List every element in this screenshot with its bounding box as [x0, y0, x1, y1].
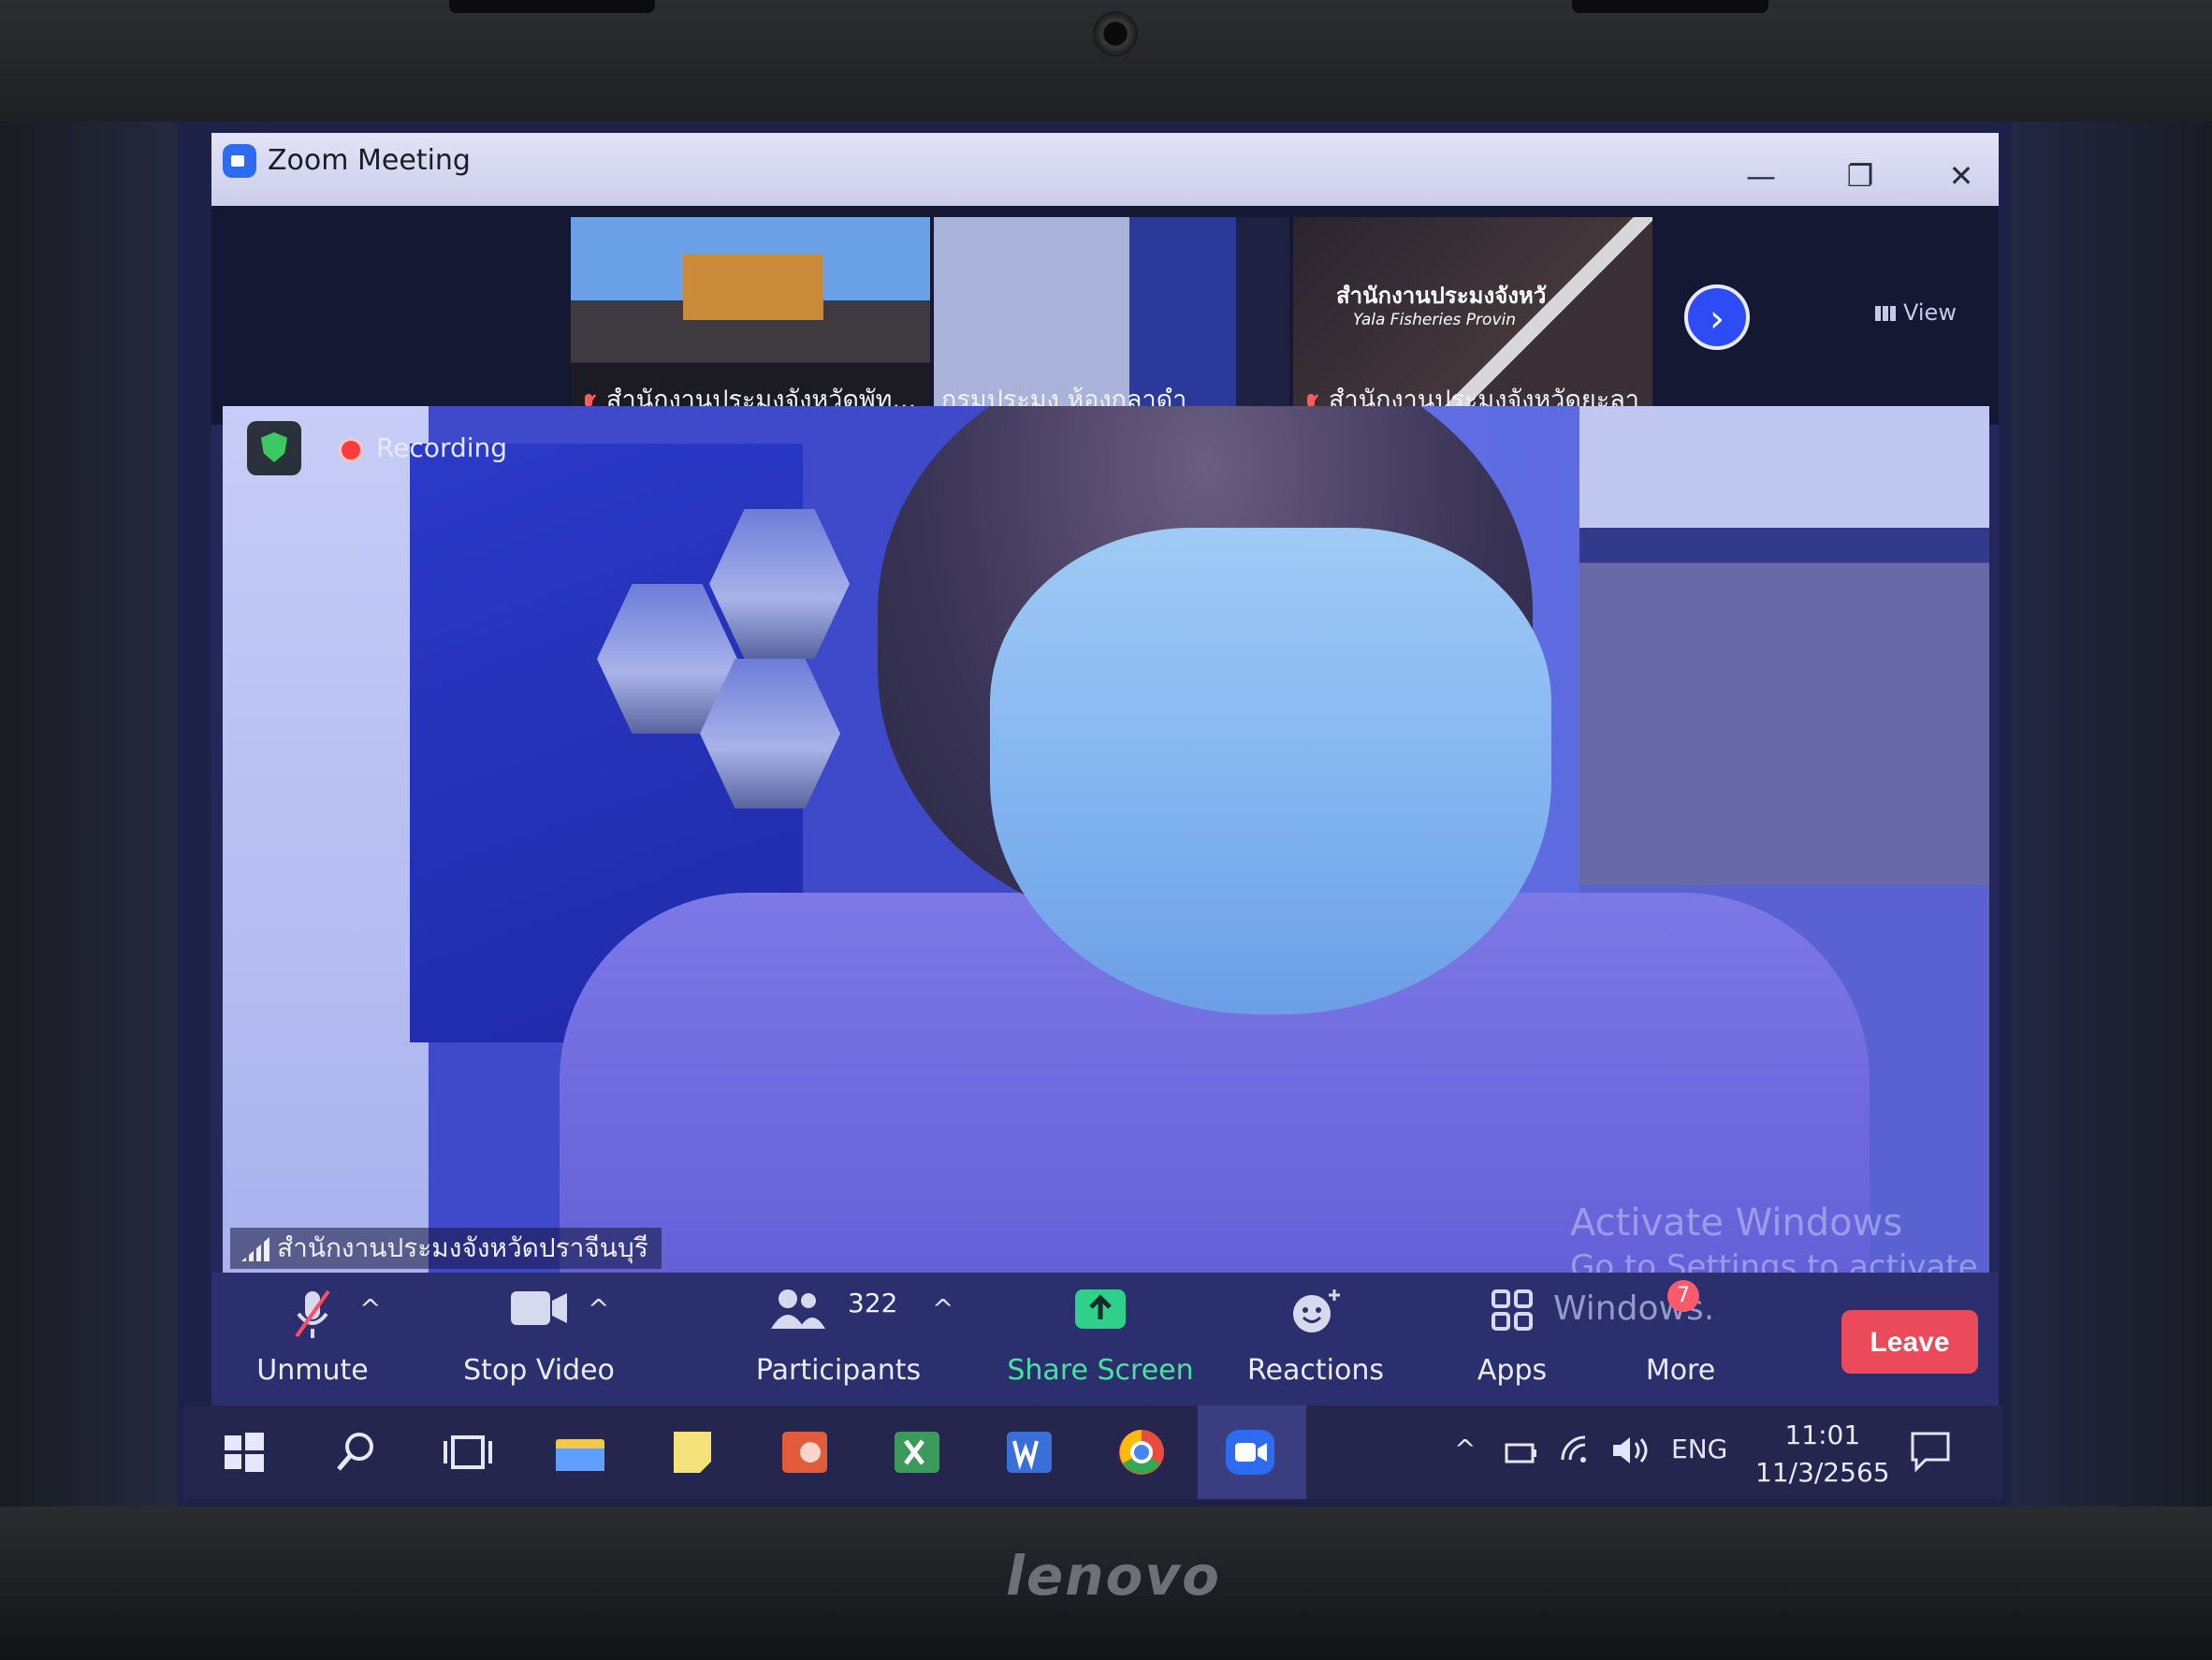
- view-button[interactable]: View: [1875, 299, 1957, 326]
- sign-text: Yala Fisheries Provin: [1353, 311, 1517, 329]
- volume-icon[interactable]: [1609, 1432, 1651, 1469]
- lenovo-logo: lenovo: [1005, 1544, 1221, 1608]
- next-page-button[interactable]: ›: [1684, 284, 1750, 350]
- video-subject: [990, 528, 1551, 1014]
- signal-strength-icon: [241, 1237, 269, 1261]
- show-hidden-icons-caret[interactable]: ^: [1454, 1434, 1476, 1464]
- view-label: View: [1903, 299, 1957, 326]
- task-view-icon[interactable]: [436, 1420, 500, 1484]
- room-screen: [683, 255, 823, 320]
- reactions-label: Reactions: [1247, 1354, 1384, 1387]
- participants-count: 322: [848, 1288, 898, 1318]
- wifi-icon[interactable]: [1557, 1432, 1594, 1469]
- clock-date: 11/3/2565: [1755, 1457, 1890, 1488]
- speaker-name-tag: สำนักงานประมงจังหวัดปราจีนบุรี: [230, 1228, 662, 1269]
- speaker-name: สำนักงานประมงจังหวัดปราจีนบุรี: [277, 1232, 648, 1263]
- share-screen-button[interactable]: Share Screen: [988, 1273, 1213, 1405]
- reactions-button[interactable]: Reactions: [1203, 1273, 1428, 1405]
- battery-icon[interactable]: [1503, 1434, 1540, 1471]
- participant-thumbnail[interactable]: สำนักงานประมงจังหวั Yala Fisheries Provi…: [1293, 217, 1652, 425]
- file-explorer-icon[interactable]: [548, 1420, 612, 1484]
- smiley-icon: [1293, 1289, 1340, 1332]
- powerpoint-icon[interactable]: [773, 1420, 837, 1484]
- zoom-window: Zoom Meeting — ❐ ✕ สำนักงานประมงจังหวัดพ…: [211, 133, 1999, 1405]
- word-icon[interactable]: [997, 1420, 1061, 1484]
- audio-options-caret[interactable]: ^: [359, 1293, 381, 1324]
- encryption-shield-icon[interactable]: [247, 421, 301, 475]
- close-button[interactable]: ✕: [1933, 157, 1989, 195]
- recording-status: Recording: [376, 432, 508, 463]
- muted-mic-icon: [295, 1289, 330, 1338]
- search-icon[interactable]: [324, 1420, 387, 1484]
- participants-label: Participants: [755, 1354, 922, 1387]
- apps-icon: [1492, 1289, 1533, 1331]
- laptop-bezel-right: [2002, 122, 2212, 1516]
- meeting-toolbar: Unmute ^ Stop Video ^ 322 Participants ^: [211, 1273, 1999, 1405]
- video-options-caret[interactable]: ^: [588, 1293, 609, 1324]
- windows-taskbar: ^ ENG 11:01 11/3/2565: [183, 1405, 2002, 1499]
- participant-thumbnail-strip: สำนักงานประมงจังหวัดพัท... กรมประมง ห้อง…: [211, 206, 1999, 425]
- participants-button[interactable]: 322 Participants: [735, 1273, 941, 1405]
- participant-thumbnail[interactable]: กรมประมง ห้องกุลาดำ: [934, 217, 1289, 425]
- input-language[interactable]: ENG: [1671, 1434, 1727, 1464]
- bezel-slot: [1572, 0, 1768, 13]
- participants-options-caret[interactable]: ^: [932, 1293, 953, 1324]
- window-title: Zoom Meeting: [268, 144, 471, 177]
- apps-label: Apps: [1477, 1354, 1548, 1387]
- unmute-label: Unmute: [256, 1354, 369, 1387]
- minimize-button[interactable]: —: [1733, 157, 1789, 195]
- video-background: [223, 406, 429, 1276]
- grid-icon: [1875, 306, 1896, 321]
- leave-button[interactable]: Leave: [1841, 1310, 1978, 1374]
- chrome-icon[interactable]: [1110, 1420, 1173, 1484]
- restore-button[interactable]: ❐: [1832, 157, 1888, 195]
- windows-start-icon[interactable]: [211, 1420, 275, 1484]
- title-bar: Zoom Meeting — ❐ ✕: [211, 133, 1999, 215]
- participants-icon: [771, 1289, 825, 1329]
- participant-thumbnail[interactable]: สำนักงานประมงจังหวัดพัท...: [571, 217, 930, 425]
- share-screen-label: Share Screen: [1007, 1354, 1194, 1387]
- zoom-app-icon[interactable]: [1218, 1420, 1282, 1484]
- sticky-notes-icon[interactable]: [661, 1420, 724, 1484]
- excel-icon[interactable]: [885, 1420, 949, 1484]
- webcam: [1093, 11, 1138, 56]
- stop-video-label: Stop Video: [463, 1354, 615, 1387]
- notification-center-icon[interactable]: [1907, 1428, 1954, 1475]
- bezel-slot: [449, 0, 655, 13]
- notification-badge: 7: [1667, 1280, 1699, 1312]
- more-label: More: [1645, 1354, 1716, 1387]
- stop-video-button[interactable]: Stop Video: [436, 1273, 642, 1405]
- clock-time: 11:01: [1784, 1420, 1861, 1450]
- recording-icon: [339, 438, 363, 462]
- active-speaker-video: Recording Activate Windows Go to Setting…: [223, 406, 1989, 1276]
- activation-watermark: Activate Windows: [1570, 1201, 1903, 1245]
- share-screen-icon: [1075, 1289, 1126, 1329]
- video-camera-icon: [511, 1291, 567, 1325]
- laptop-bezel-left: [0, 122, 187, 1516]
- sign-text: สำนักงานประมงจังหวั: [1336, 283, 1547, 309]
- taskbar-clock[interactable]: 11:01 11/3/2565: [1755, 1417, 1890, 1492]
- zoom-logo-icon: [223, 144, 256, 178]
